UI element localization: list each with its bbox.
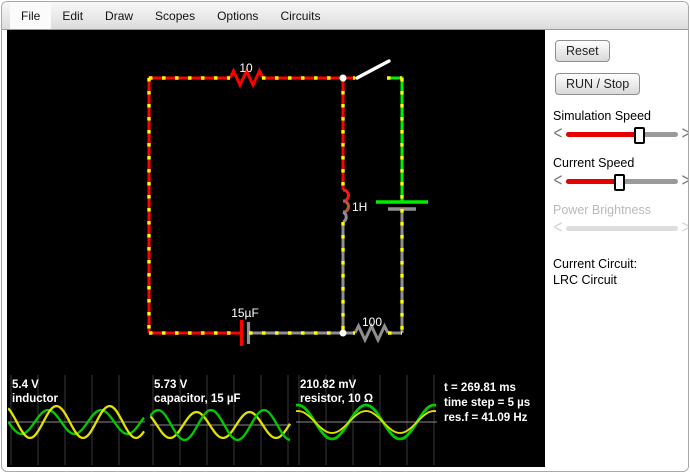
switch-blade[interactable] [355,59,391,80]
slider-track [566,225,678,231]
current-circuit-value: LRC Circuit [553,273,617,287]
slider-right-arrow[interactable]: > [681,171,688,190]
status-timestep: time step = 5 µs [444,397,531,409]
scope-name: inductor [12,393,58,405]
scope-value: 210.82 mV [300,379,357,391]
inductor-coil[interactable] [342,199,350,214]
scope-value: 5.73 V [154,379,188,391]
scope-value: 5.4 V [12,379,39,391]
power-brightness-label: Power Brightness [553,203,651,217]
status-time: t = 269.81 ms [444,382,516,394]
menu-bar: File Edit Draw Scopes Options Circuits [2,2,688,30]
menu-edit[interactable]: Edit [51,2,94,29]
scope-inductor[interactable]: 5.4 V inductor [8,375,145,465]
label-resistor-100: 100 [362,315,382,329]
slider-track[interactable] [566,126,678,144]
current-circuit-label: Current Circuit: [553,257,638,271]
slider-right-arrow: > [681,218,688,237]
slider-track[interactable] [566,173,678,191]
label-inductor: 1H [352,200,367,214]
menu-scopes[interactable]: Scopes [144,2,206,29]
wire-left-loop[interactable] [147,76,357,335]
simulation-status: t = 269.81 ms time step = 5 µs res.f = 4… [444,381,530,426]
circuit-canvas[interactable]: 10 1H 15µF 100 5.4 V inductor 5.73 V cap… [7,30,545,467]
menu-options[interactable]: Options [206,2,269,29]
scope-name: capacitor, 15 µF [154,393,241,405]
slider-left-arrow[interactable]: < [553,124,563,143]
run-stop-button[interactable]: RUN / Stop [555,73,641,95]
reset-button[interactable]: Reset [555,40,610,62]
scope-name: resistor, 10 Ω [300,393,374,405]
slider-right-arrow[interactable]: > [681,124,688,143]
scope-resistor[interactable]: 210.82 mV resistor, 10 Ω [296,375,437,465]
sim-speed-label: Simulation Speed [553,109,651,123]
node-dot[interactable] [339,329,347,337]
menu-circuits[interactable]: Circuits [269,2,331,29]
current-speed-slider[interactable]: < > [553,171,688,191]
scope-capacitor[interactable]: 5.73 V capacitor, 15 µF [150,375,291,465]
inductor-coil[interactable] [342,210,348,224]
node-dot[interactable] [339,74,347,82]
power-brightness-slider: < > [553,216,688,238]
label-resistor-10: 10 [239,61,253,75]
status-resfreq: res.f = 41.09 Hz [444,412,528,424]
slider-thumb[interactable] [613,173,625,191]
control-sidebar: Reset RUN / Stop Simulation Speed < > Cu… [547,30,688,471]
app-window: File Edit Draw Scopes Options Circuits 1… [1,1,689,472]
slider-thumb[interactable] [633,126,645,144]
slider-left-arrow: < [553,216,563,238]
slider-left-arrow[interactable]: < [553,171,563,190]
menu-file[interactable]: File [10,2,52,29]
wire-source-top[interactable] [387,76,404,201]
label-capacitor: 15µF [231,306,259,320]
current-speed-label: Current Speed [553,156,635,170]
sim-speed-slider[interactable]: < > [553,124,688,144]
inductor-coil[interactable] [342,188,350,203]
menu-draw[interactable]: Draw [94,2,144,29]
